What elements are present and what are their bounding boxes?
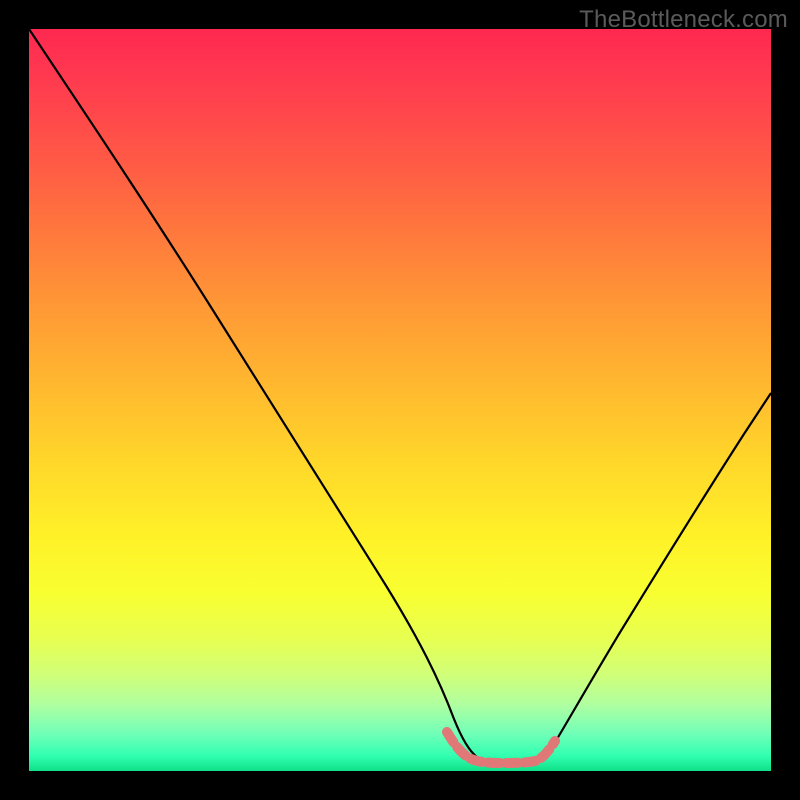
chart-container: TheBottleneck.com [0, 0, 800, 800]
optimal-range-highlight [447, 732, 555, 763]
bottleneck-curve [29, 29, 771, 762]
plot-area [29, 29, 771, 771]
chart-svg [29, 29, 771, 771]
watermark-label: TheBottleneck.com [579, 6, 788, 34]
